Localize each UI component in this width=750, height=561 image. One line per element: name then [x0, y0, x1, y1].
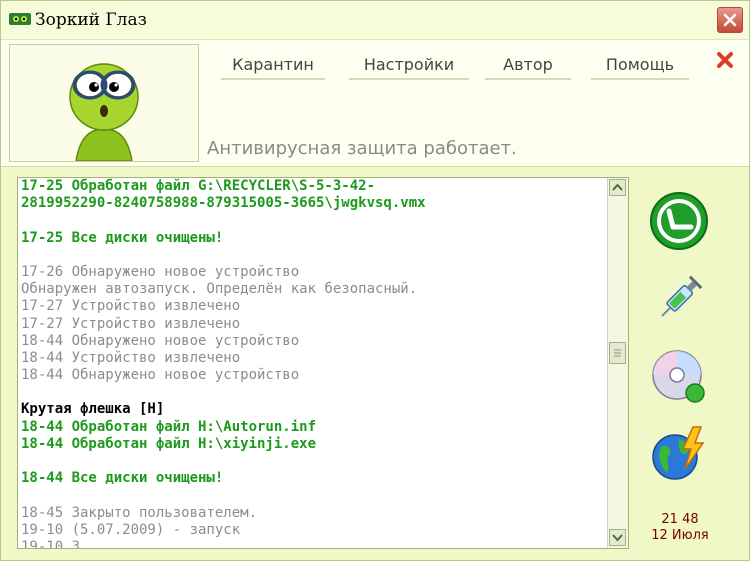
scroll-up-button[interactable]: [609, 179, 626, 196]
log-scrollbar[interactable]: [607, 178, 628, 548]
menu-quarantine[interactable]: Карантин: [221, 52, 325, 80]
syringe-icon: [661, 275, 703, 317]
log-line: 18-44 Все диски очищены!: [21, 470, 224, 487]
log-line: 17-26 Обнаружено новое устройство: [21, 263, 300, 280]
log-panel: 17-25 Обработан файл G:\RECYCLER\S-5-3-4…: [17, 177, 629, 549]
title-bar[interactable]: Зоркий Глаз: [1, 1, 749, 40]
protection-status: Антивирусная защита работает.: [207, 138, 517, 159]
menu-help[interactable]: Помощь: [591, 52, 689, 80]
chevron-down-icon: [612, 534, 623, 542]
grip-icon: [614, 349, 621, 357]
log-line: 19-10 (5.07.2009) - запуск: [21, 521, 241, 538]
log-line: 18-44 Обнаружено новое устройство: [21, 332, 300, 349]
log-line: 17-27 Устройство извлечено: [21, 315, 241, 332]
globe-icon: [652, 426, 705, 480]
log-line: 18-45 Закрыто пользователем.: [21, 504, 258, 521]
menu-settings[interactable]: Настройки: [349, 52, 469, 80]
log-line: 18-44 Устройство извлечено: [21, 349, 241, 366]
log-line: 18-44 Обработан файл H:\Autorun.inf: [21, 418, 317, 435]
header-panel: Карантин Настройки Автор Помощь Антивиру…: [1, 40, 749, 167]
scroll-down-button[interactable]: [609, 529, 626, 546]
log-line: 2819952290-8240758988-879315005-3665\jwg…: [21, 195, 426, 212]
clock-date: 12 Июля: [651, 528, 709, 543]
log-line: 19-10 3...: [21, 538, 106, 548]
menu-author[interactable]: Автор: [485, 52, 571, 80]
log-line: 17-27 Устройство извлечено: [21, 298, 241, 315]
close-icon[interactable]: [715, 50, 735, 70]
clock-time: 21 48: [661, 512, 699, 527]
window-title: Зоркий Глаз: [35, 10, 147, 30]
action-sidebar: 21 48 12 Июля: [637, 177, 733, 547]
cd-icon: [652, 350, 705, 403]
log-line: 17-25 Обработан файл G:\RECYCLER\S-5-3-4…: [21, 178, 376, 194]
scan-button[interactable]: [647, 189, 711, 253]
check-icon: [650, 192, 708, 250]
window-close-button[interactable]: [717, 7, 743, 33]
scroll-thumb[interactable]: [609, 342, 626, 364]
disk-button[interactable]: [647, 345, 711, 409]
mascot-avatar: [9, 44, 199, 162]
log-line: Крутая флешка [H]: [21, 401, 165, 418]
close-icon: [723, 13, 737, 27]
update-button[interactable]: [647, 423, 711, 487]
log-line: 18-44 Обработан файл H:\xiyinji.exe: [21, 435, 317, 452]
vaccinate-button[interactable]: [647, 267, 711, 331]
clock: 21 48 12 Июля: [637, 512, 723, 544]
log-line: 18-44 Обнаружено новое устройство: [21, 367, 300, 384]
main-window: Зоркий Глаз Карантин Настройки Автор Пом…: [0, 0, 750, 561]
mascot-image: [69, 63, 139, 162]
app-icon: [9, 13, 31, 25]
log-line: Обнаружен автозапуск. Определён как безо…: [21, 281, 418, 298]
chevron-up-icon: [612, 183, 623, 191]
log-line: 17-25 Все диски очищены!: [21, 229, 224, 246]
event-log[interactable]: 17-25 Обработан файл G:\RECYCLER\S-5-3-4…: [21, 178, 607, 548]
